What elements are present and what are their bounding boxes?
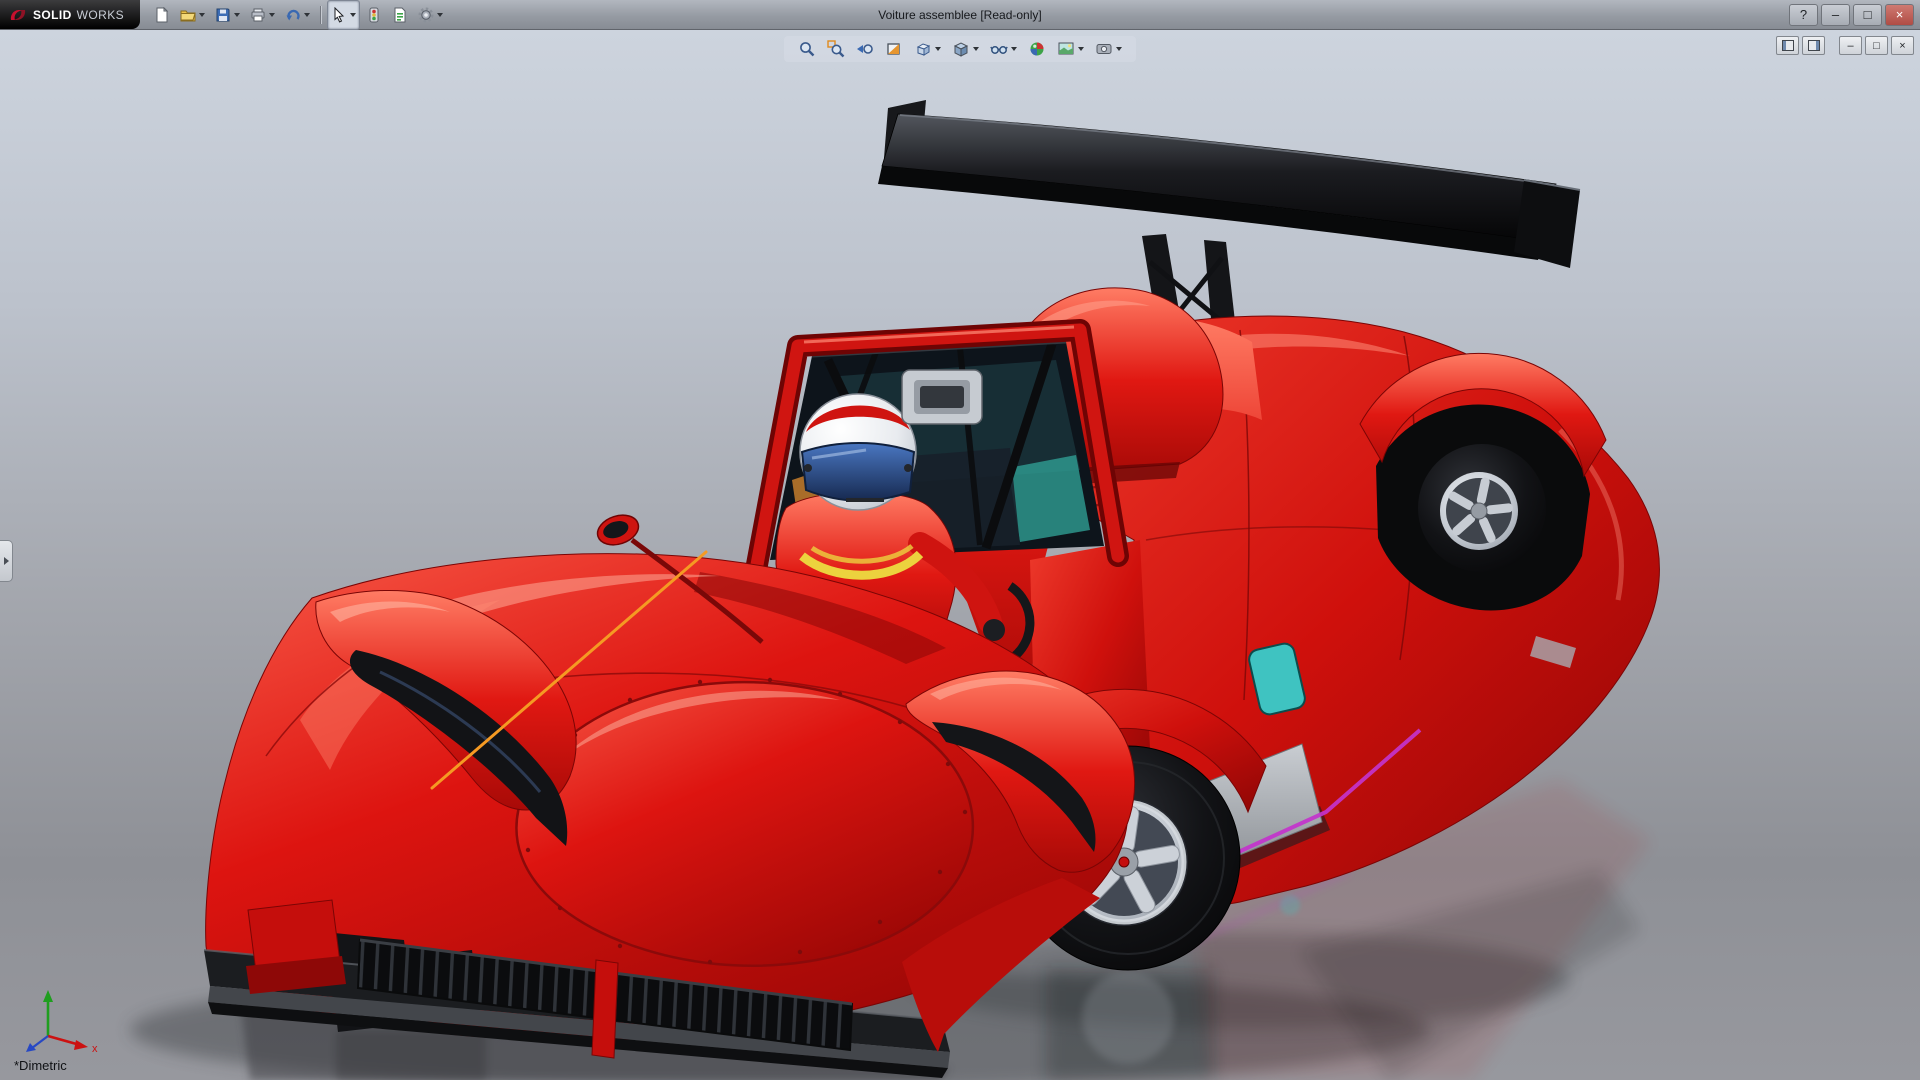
app-logo: SOLID WORKS [0, 0, 140, 29]
help-button[interactable]: ? [1789, 4, 1818, 26]
hide-show-caret[interactable] [1011, 47, 1017, 51]
doc-close-button[interactable]: × [1891, 36, 1914, 55]
zoom-to-area-button[interactable] [825, 39, 847, 59]
app-name-bold: SOLID [33, 8, 72, 22]
display-style-caret[interactable] [973, 47, 979, 51]
view-orientation-label: *Dimetric [14, 1058, 67, 1073]
pane-toggle-right-icon [1808, 40, 1820, 51]
app-name-light: WORKS [77, 8, 124, 22]
expand-arrow-icon [4, 557, 9, 565]
headsup-view-toolbar [784, 36, 1136, 62]
file-properties-icon [392, 7, 408, 23]
driver-helmet[interactable] [800, 394, 916, 510]
ds-logo-icon [8, 7, 28, 23]
rebuild-icon [366, 7, 382, 23]
undo-caret[interactable] [304, 13, 310, 17]
save-button[interactable] [211, 0, 244, 30]
select-cursor-icon [331, 7, 347, 23]
zoom-to-area-icon [827, 40, 845, 58]
doc-restore-button[interactable]: □ [1865, 36, 1888, 55]
hood-oval-panel[interactable] [516, 682, 972, 966]
edit-appearance-icon [1028, 40, 1046, 58]
zoom-to-fit-button[interactable] [796, 39, 818, 59]
print-button[interactable] [246, 0, 279, 30]
grille-center-pillar [592, 960, 618, 1058]
pane-toggle-right-button[interactable] [1802, 36, 1825, 55]
viewport-canvas[interactable] [0, 0, 1920, 1080]
hide-show-items-icon [990, 40, 1008, 58]
undo-icon [285, 7, 301, 23]
apply-scene-caret[interactable] [1078, 47, 1084, 51]
window-close-button[interactable]: × [1885, 4, 1914, 26]
select-button[interactable] [327, 0, 360, 30]
view-settings-button[interactable] [1093, 39, 1124, 59]
triad-z-axis [32, 1036, 48, 1048]
previous-view-button[interactable] [854, 39, 876, 59]
window-minimize-button[interactable]: – [1821, 4, 1850, 26]
options-caret[interactable] [437, 13, 443, 17]
save-caret[interactable] [234, 13, 240, 17]
save-icon [215, 7, 231, 23]
hide-show-items-button[interactable] [988, 39, 1019, 59]
view-settings-icon [1095, 40, 1113, 58]
pane-toggle-left-icon [1782, 40, 1794, 51]
document-title: Voiture assemblee [Read-only] [878, 8, 1041, 22]
edit-appearance-button[interactable] [1026, 39, 1048, 59]
display-style-icon [952, 40, 970, 58]
rebuild-button[interactable] [362, 0, 386, 30]
open-caret[interactable] [199, 13, 205, 17]
toolbar-separator [320, 6, 321, 24]
view-settings-caret[interactable] [1116, 47, 1122, 51]
view-orientation-icon [914, 40, 932, 58]
main-toolbar [150, 0, 447, 30]
display-style-button[interactable] [950, 39, 981, 59]
open-button[interactable] [176, 0, 209, 30]
window-controls: ? – □ × [1789, 4, 1920, 26]
options-gear-icon [418, 7, 434, 23]
previous-view-icon [856, 40, 874, 58]
select-caret[interactable] [350, 13, 356, 17]
print-caret[interactable] [269, 13, 275, 17]
document-window-controls: – □ × [1776, 36, 1914, 55]
window-maximize-button[interactable]: □ [1853, 4, 1882, 26]
view-orientation-caret[interactable] [935, 47, 941, 51]
triad-x-label: x [92, 1043, 98, 1054]
file-properties-button[interactable] [388, 0, 412, 30]
section-view-icon [885, 40, 903, 58]
right-rear-wheel[interactable] [1418, 444, 1546, 572]
apply-scene-button[interactable] [1055, 39, 1086, 59]
reference-triad: x [14, 988, 104, 1059]
open-folder-icon [180, 7, 196, 23]
task-pane-tab[interactable] [0, 540, 13, 582]
options-button[interactable] [414, 0, 447, 30]
doc-minimize-button[interactable]: – [1839, 36, 1862, 55]
pane-toggle-left-button[interactable] [1776, 36, 1799, 55]
new-document-icon [154, 7, 170, 23]
wing-endplate[interactable] [1514, 180, 1580, 268]
titlebar: SOLID WORKS [0, 0, 1920, 30]
air-intake[interactable] [902, 370, 982, 424]
new-document-button[interactable] [150, 0, 174, 30]
print-icon [250, 7, 266, 23]
zoom-to-fit-icon [798, 40, 816, 58]
triad-x-axis [48, 1036, 80, 1045]
view-orientation-button[interactable] [912, 39, 943, 59]
apply-scene-icon [1057, 40, 1075, 58]
section-view-button[interactable] [883, 39, 905, 59]
undo-button[interactable] [281, 0, 314, 30]
